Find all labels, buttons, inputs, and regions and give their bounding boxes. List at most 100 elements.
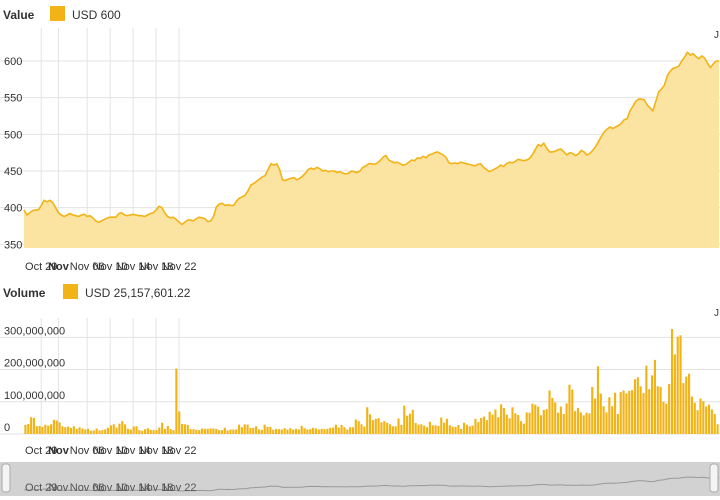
volume-bar [129, 429, 132, 434]
volume-bar [172, 430, 175, 434]
volume-bar [511, 407, 514, 434]
volume-bar [297, 429, 300, 434]
volume-bar [277, 429, 280, 434]
volume-bar [631, 390, 634, 434]
volume-bar [243, 424, 246, 434]
volume-bar [223, 427, 226, 434]
volume-bar [380, 422, 383, 434]
navigator-labels: Oct 29Nov Nov 06Nov 10Nov 14Nov 18Nov 22 [25, 482, 196, 494]
volume-bar [710, 409, 713, 434]
volume-y-tick-label: 100,000,000 [4, 390, 65, 402]
range-navigator[interactable]: Oct 29Nov Nov 06Nov 10Nov 14Nov 18Nov 22 [0, 462, 720, 496]
volume-bar [289, 428, 292, 434]
volume-bar [582, 415, 585, 434]
volume-bar [480, 417, 483, 434]
volume-bar [354, 419, 357, 434]
volume-bar [195, 429, 198, 434]
navigator-left-handle[interactable] [1, 463, 11, 493]
volume-bar [200, 428, 204, 434]
volume-bar [237, 424, 241, 434]
volume-bar [485, 420, 488, 434]
volume-bar [682, 383, 685, 434]
volume-bar [494, 409, 497, 434]
volume-bar [115, 427, 118, 434]
volume-corner-mark: J [714, 308, 719, 319]
volume-bar [594, 398, 597, 434]
volume-bar [72, 426, 75, 434]
volume-bar [27, 424, 30, 434]
volume-bar [303, 428, 306, 434]
price-panel-title: Value [3, 8, 35, 22]
volume-bar [38, 425, 41, 434]
volume-bar [690, 396, 694, 434]
volume-bar [414, 423, 417, 434]
navigator-label: Nov 22 [162, 482, 197, 494]
volume-bar [138, 430, 141, 434]
volume-bar [665, 403, 668, 434]
volume-bar [534, 404, 537, 434]
volume-bar [306, 429, 309, 434]
volume-bar [434, 425, 437, 434]
volume-bar [648, 389, 651, 434]
volume-bar [212, 428, 215, 434]
volume-bar [611, 406, 614, 434]
volume-bar [522, 423, 525, 434]
volume-bar [463, 422, 466, 434]
volume-bar [141, 430, 144, 434]
volume-x-tick-label: Nov [48, 445, 70, 457]
volume-bar [163, 428, 167, 434]
volume-bar [312, 427, 315, 434]
volume-bar [423, 425, 426, 434]
volume-bar [482, 416, 486, 434]
volume-bar [445, 418, 449, 434]
volume-bar [477, 422, 480, 434]
volume-bar [343, 427, 346, 434]
volume-bar [275, 428, 278, 434]
volume-bar [280, 429, 283, 434]
volume-bar [517, 414, 520, 434]
volume-bar [229, 429, 232, 434]
volume-bar [571, 389, 574, 434]
price-x-axis: Oct 29Nov Nov 06Nov 10Nov 14Nov 18Nov 22 [25, 261, 196, 273]
volume-bar [206, 428, 209, 434]
volume-bar [257, 429, 261, 434]
volume-bar [685, 376, 688, 434]
price-plot-area [23, 51, 719, 249]
volume-bar [460, 428, 463, 434]
volume-bar [320, 428, 323, 434]
volume-bar [537, 406, 540, 434]
volume-bar [702, 401, 705, 434]
volume-bar [340, 424, 343, 434]
volume-bar [605, 412, 608, 434]
volume-bar [215, 428, 218, 434]
price-legend-value: USD 600 [72, 8, 121, 22]
volume-y-tick-label: 300,000,000 [4, 325, 65, 337]
volume-bar [679, 335, 682, 434]
volume-bar [104, 429, 107, 434]
volume-bar [548, 390, 551, 434]
volume-bar [417, 424, 420, 434]
volume-bar [400, 424, 403, 434]
volume-bar [106, 427, 110, 434]
volume-bar [497, 417, 500, 434]
price-y-tick-label: 600 [4, 56, 22, 68]
price-y-tick-label: 400 [4, 203, 22, 215]
volume-bar [574, 411, 577, 434]
volume-bar [662, 401, 665, 434]
volume-bar [198, 430, 201, 434]
volume-bar [300, 425, 303, 434]
volume-bar [360, 424, 363, 434]
volume-bar [616, 414, 619, 434]
volume-y-tick-label: 0 [4, 422, 10, 434]
volume-bar [84, 429, 87, 434]
navigator-right-handle[interactable] [709, 463, 719, 493]
price-y-tick-label: 500 [4, 129, 22, 141]
volume-bar [183, 424, 187, 434]
volume-bar [440, 417, 443, 434]
price-legend-swatch [50, 6, 65, 21]
volume-plot-area [24, 328, 719, 434]
volume-bar [331, 427, 335, 434]
volume-bar [676, 336, 679, 434]
volume-bar [471, 425, 474, 434]
volume-bar [260, 429, 263, 434]
